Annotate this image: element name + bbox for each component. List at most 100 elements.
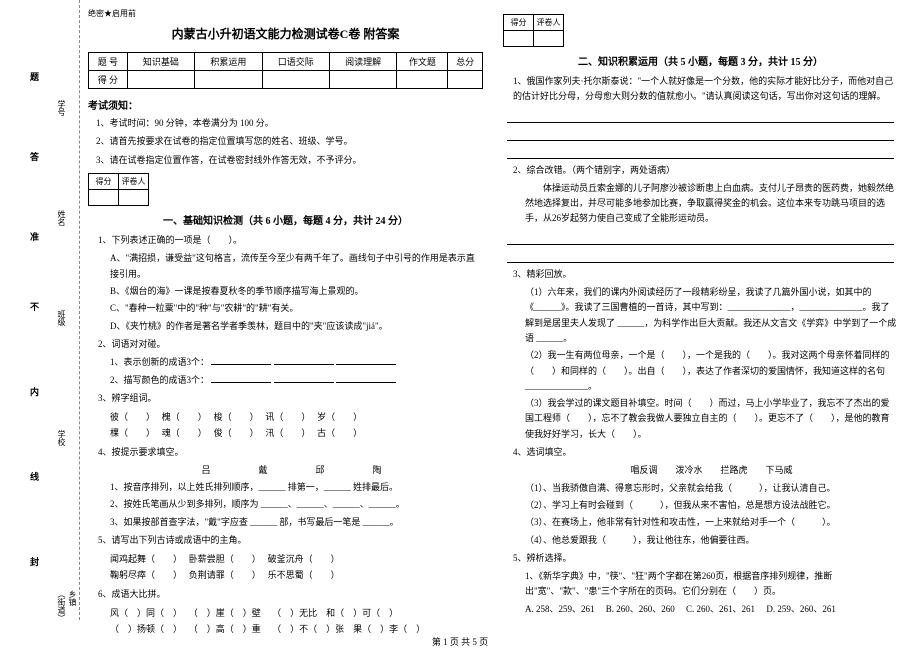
- q3-item[interactable]: 魂（ ）: [162, 428, 203, 438]
- opt-b[interactable]: B. 260、260、260: [606, 604, 675, 614]
- q1-d: D、《夹竹桃》的作者是著名学者季羡林，题目中的"夹"应该读成"jiá"。: [110, 319, 483, 334]
- score-cell[interactable]: [397, 71, 448, 89]
- opt-a[interactable]: A. 258、259、261: [525, 604, 595, 614]
- th-3: 口语交际: [262, 53, 329, 71]
- bind-label-id: 学号: [56, 100, 67, 116]
- notice-3: 3、请在试卷指定位置作答，在试卷密封线外作答无效，不予评分。: [96, 153, 483, 167]
- answer-blank[interactable]: [274, 355, 334, 365]
- score-cell[interactable]: [329, 71, 396, 89]
- total-score-table: 题 号 知识基础 积累运用 口语交际 阅读理解 作文题 总分 得 分: [88, 52, 483, 89]
- q3-item[interactable]: 俊（ ）: [214, 428, 255, 438]
- q6-item[interactable]: （ ）崖（ ）壁: [189, 608, 261, 618]
- q6: 6、成语大比拼。: [98, 587, 483, 602]
- q3-item[interactable]: 讯（ ）: [265, 412, 306, 422]
- th-4: 阅读理解: [329, 53, 396, 71]
- th-1: 知识基础: [127, 53, 194, 71]
- q3-row1: 彼（ ） 槐（ ） 梭（ ） 讯（ ） 岁（ ）: [110, 409, 483, 425]
- seal-char-3: 内: [30, 385, 39, 398]
- s2-q5-text: 1、《新华字典》中，"筷"、"狂"两个字都在第260页，根据音序排列规律，推断出…: [525, 569, 898, 600]
- s2-q5: 5、辨析选择。: [513, 551, 898, 566]
- th-6: 总分: [448, 53, 483, 71]
- ss-score: 得分: [504, 15, 534, 31]
- secret-mark: 绝密★启用前: [88, 8, 483, 19]
- ss-blank[interactable]: [504, 31, 534, 47]
- q6-item[interactable]: 风（ ）同（ ）: [110, 608, 178, 618]
- q3-item[interactable]: 岁（ ）: [317, 412, 362, 422]
- q4: 4、按提示要求填空。: [98, 445, 483, 460]
- q2b-text: 2、描写颜色的成语3个：: [110, 375, 209, 385]
- score-cell[interactable]: [448, 71, 483, 89]
- section2-title: 二、知识积累运用（共 5 小题，每题 3 分，共计 15 分）: [503, 53, 898, 68]
- answer-blank[interactable]: [211, 373, 271, 383]
- answer-line[interactable]: [507, 145, 894, 159]
- s2-q4a: （1）、当我骄傲自满、得意忘形时，父亲就会给我（ ），让我认清自己。: [525, 481, 898, 496]
- s2-q4b: （2）、学习上有时会碰到（ ），但我从来不害怕，总是想方设法战胜它。: [525, 498, 898, 513]
- q6-item[interactable]: （ ）不（ ）张 果（ ）李（ ）: [272, 624, 425, 634]
- q5-item[interactable]: 破釜沉舟（ ）: [268, 554, 340, 564]
- opt-d[interactable]: D. 259、260、261: [766, 604, 836, 614]
- q4-c: 3、如果按部首查字法，"戴"字应查 ______ 部，书写最后一笔是 _____…: [110, 515, 483, 530]
- answer-line[interactable]: [507, 109, 894, 123]
- q4-b: 2、按姓氏笔画从少到多排列，顺序为 ______、______、______、_…: [110, 497, 483, 512]
- q1-a: A、"满招损，谦受益"这句格言，流传至今至少有两千年了。画线句子中引号的作用是表…: [110, 251, 483, 282]
- seal-char-6: 答: [30, 150, 39, 163]
- q6-item[interactable]: （ ）无比 和（ ）可（ ）: [272, 608, 398, 618]
- answer-blank[interactable]: [336, 373, 396, 383]
- q5-item[interactable]: 卧薪尝胆（ ）: [189, 554, 257, 564]
- column-left: 绝密★启用前 内蒙古小升初语文能力检测试卷C卷 附答案 题 号 知识基础 积累运…: [88, 8, 483, 637]
- q5-row1: 闻鸡起舞（ ） 卧薪尝胆（ ） 破釜沉舟（ ）: [110, 551, 483, 567]
- q5-item[interactable]: 鞠躬尽瘁（ ）: [110, 570, 178, 580]
- page-footer: 第 1 页 共 5 页: [0, 635, 920, 648]
- s2-q4-words: 唱反调 泼冷水 拦路虎 下马威: [525, 463, 898, 478]
- section2-score: 得分评卷人: [503, 14, 564, 47]
- notice-2: 2、请首先按要求在试卷的指定位置填写您的姓名、班级、学号。: [96, 134, 483, 148]
- score-cell[interactable]: [127, 71, 194, 89]
- answer-line[interactable]: [507, 249, 894, 263]
- answer-line[interactable]: [507, 127, 894, 141]
- q3-item[interactable]: 棵（ ）: [110, 428, 151, 438]
- answer-line[interactable]: [507, 231, 894, 245]
- section1-title: 一、基础知识检测（共 6 小题，每题 4 分，共计 24 分）: [88, 212, 483, 227]
- q1-c: C、"春种一粒粟"中的"种"与"农耕"的"耕"有关。: [110, 301, 483, 316]
- q3-item[interactable]: 汛（ ）: [265, 428, 306, 438]
- q3-item[interactable]: 梭（ ）: [214, 412, 255, 422]
- bind-label-township: 乡镇（街道）: [56, 590, 78, 620]
- s2-q4d: （4）、他总爱跟我（ ），我让他往东，他偏要往西。: [525, 533, 898, 548]
- seal-char-5: 准: [30, 230, 39, 243]
- s2-q2-text: 体操运动员丘索金娜的儿子阿廖沙被诊断患上白血病。支付儿子昂贵的医药费，她毅然绝然…: [525, 181, 898, 227]
- notice-heading: 考试须知：: [88, 97, 483, 112]
- q2-a: 1、表示创新的成语3个：: [110, 355, 483, 370]
- score-cell[interactable]: [195, 71, 262, 89]
- seal-char-4: 不: [30, 300, 39, 313]
- seal-char-7: 题: [30, 70, 39, 83]
- q3-item[interactable]: 古（ ）: [317, 428, 362, 438]
- s2-q3b: （2）我一生有两位母亲，一个是（ ），一个是我的（ ）。我对这两个母亲怀着同样的…: [525, 348, 898, 394]
- q3-item[interactable]: 彼（ ）: [110, 412, 151, 422]
- row-score-label: 得 分: [89, 71, 128, 89]
- ss-blank[interactable]: [89, 190, 119, 206]
- answer-blank[interactable]: [211, 355, 271, 365]
- th-2: 积累运用: [195, 53, 262, 71]
- ss-blank[interactable]: [534, 31, 564, 47]
- opt-c[interactable]: C. 260、261、261: [686, 604, 755, 614]
- q5-item[interactable]: 闻鸡起舞（ ）: [110, 554, 178, 564]
- answer-blank[interactable]: [336, 355, 396, 365]
- q5-item[interactable]: 负荆请罪（ ）: [189, 570, 257, 580]
- ss-blank[interactable]: [119, 190, 149, 206]
- s2-q4c: （3）、在赛场上，他非常有针对性和攻击性，一上来就给对手一个（ ）。: [525, 515, 898, 530]
- q1-b: B、《烟台的海》一课是按春夏秋冬的季节顺序描写海上景观的。: [110, 284, 483, 299]
- q6-item[interactable]: （ ）高（ ）重: [189, 624, 261, 634]
- column-right: 得分评卷人 二、知识积累运用（共 5 小题，每题 3 分，共计 15 分） 1、…: [503, 8, 898, 619]
- bind-label-school: 学校: [56, 430, 67, 446]
- q6-row1: 风（ ）同（ ） （ ）崖（ ）壁 （ ）无比 和（ ）可（ ）: [110, 605, 483, 621]
- notice-1: 1、考试时间：90 分钟，本卷满分为 100 分。: [96, 116, 483, 130]
- bind-label-name: 姓名: [56, 210, 67, 226]
- s2-q3a: （1）六年来，我们的课内外阅读经历了一段精彩纷呈，我读了几篇外国小说，如其中的《…: [525, 285, 898, 346]
- q5-item[interactable]: 乐不思蜀（ ）: [268, 570, 340, 580]
- exam-title: 内蒙古小升初语文能力检测试卷C卷 附答案: [88, 25, 483, 42]
- score-cell[interactable]: [262, 71, 329, 89]
- answer-blank[interactable]: [274, 373, 334, 383]
- q3-item[interactable]: 槐（ ）: [162, 412, 203, 422]
- section1-score: 得分评卷人: [88, 173, 149, 206]
- q6-item[interactable]: （ ）扬顿（ ）: [110, 624, 178, 634]
